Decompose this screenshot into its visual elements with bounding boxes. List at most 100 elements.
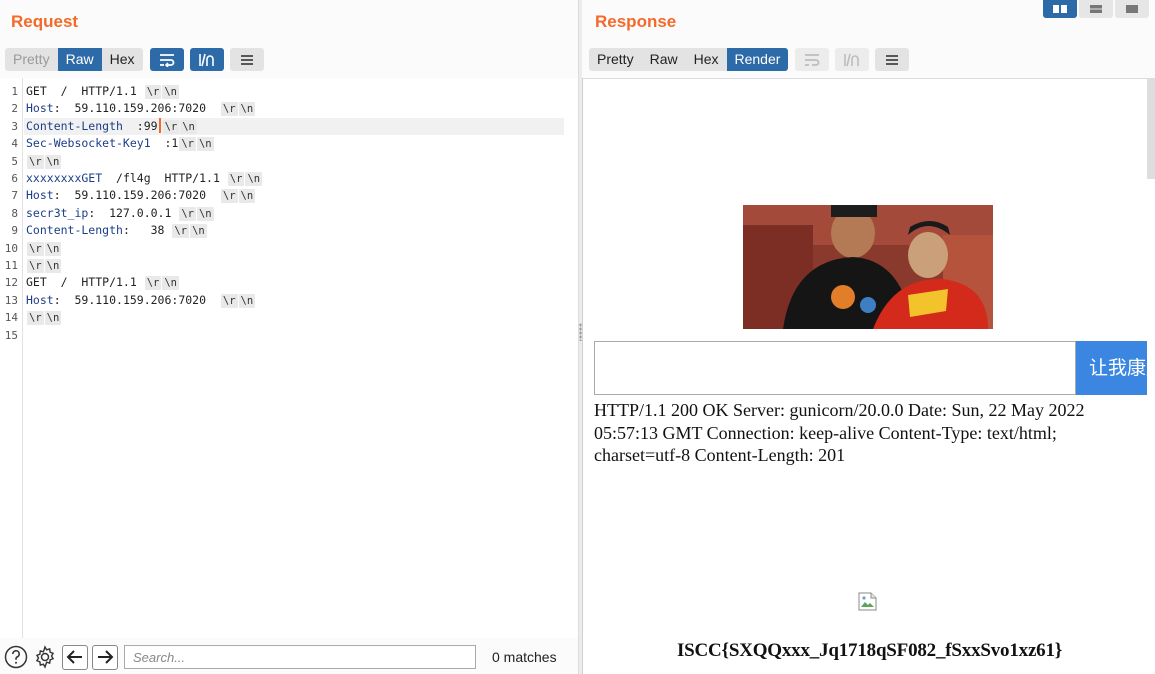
escape-cr-marker: \r [179,137,196,152]
escape-lf-marker: \n [196,137,214,152]
wrap-lines-button[interactable] [149,48,184,71]
layout-horizontal-icon [1090,5,1102,13]
code-line: 1 GET / HTTP/1.1 \r \n [0,83,566,100]
line-number: 12 [4,276,18,290]
code-line: 9 Content-Length: 38 \r \n [0,222,566,239]
escape-cr-marker: \r [220,189,238,204]
newline-toggle-button-disabled[interactable] [835,48,870,71]
line-text: : 59.110.159.206:7020 [53,188,220,203]
line-text: : 59.110.159.206:7020 [53,292,220,307]
settings-icon [35,645,55,669]
line-number: 5 [11,154,18,168]
escape-cr-marker: \r [144,85,162,99]
layout-split-button[interactable] [1043,0,1077,18]
line-text: :99 [122,118,158,133]
layout-single-button[interactable] [1115,0,1149,18]
code-line: 4 Sec-Websocket-Key1 :1 \r \n [0,135,566,152]
code-line: 7 Host: 59.110.159.206:7020 \r \n [0,187,566,204]
render-scrollbar[interactable] [1147,79,1155,179]
layout-split-icon [1053,5,1067,13]
menu-icon [886,54,899,65]
broken-image-icon [858,592,878,611]
line-number: 15 [4,328,18,342]
tab-hex[interactable]: Hex [685,48,727,71]
flag-text: ISCC{SXQQxxx_Jq1718qSF082_fSxxSvo1xz61} [676,640,1063,661]
response-toolbar: Pretty Raw Hex Render [589,48,910,71]
escape-lf-marker: \n [162,85,180,99]
escape-lf-marker: \n [44,259,62,273]
line-number: 1 [11,85,18,98]
newline-toggle-button[interactable] [189,48,224,71]
line-number: 2 [11,102,18,116]
tab-pretty[interactable]: Pretty [589,48,642,71]
settings-button[interactable] [32,644,58,670]
request-toolbar: Pretty Raw Hex [5,48,264,71]
escape-cr-marker: \r [27,259,44,273]
code-line: 14 \r \n [0,309,566,326]
search-bar: 0 matches [0,640,578,674]
header-name: xxxxxxxxGET [26,171,103,185]
text-caret [158,117,161,133]
escape-lf-marker: \n [162,276,180,291]
meme-photo [743,205,993,329]
escape-lf-marker: \n [180,119,197,134]
escape-cr-marker: \r [27,241,44,256]
wrap-lines-icon [805,53,820,66]
line-text: : 38 [122,223,172,238]
previous-match-button[interactable] [62,644,88,670]
escape-lf-marker: \n [238,293,256,308]
escape-cr-marker: \r [27,154,44,169]
header-name: Content-Length [26,223,123,238]
code-line: 15 [0,327,566,344]
line-text: /fl4g HTTP/1.1 [102,171,227,185]
escape-lf-marker: \n [196,206,214,221]
code-line: 2 Host: 59.110.159.206:7020 \r \n [0,100,566,117]
code-line: 13 Host: 59.110.159.206:7020 \r \n [0,292,566,309]
rendered-response: 让我康康 HTTP/1.1 200 OK Server: gunicorn/20… [582,78,1155,674]
menu-icon [240,54,253,65]
response-title: Response [595,12,677,31]
wrap-lines-button-disabled[interactable] [795,48,830,71]
request-pane: Request Pretty Raw Hex 1 GET / HTTP/1.1 \… [0,0,578,674]
request-menu-button[interactable] [229,48,264,71]
line-text: : 127.0.0.1 [88,205,179,220]
next-match-button[interactable] [92,644,118,670]
response-view-tabs: Pretty Raw Hex Render [589,48,789,71]
escape-lf-marker: \n [44,311,62,326]
escape-cr-marker: \r [179,206,196,221]
layout-horizontal-button[interactable] [1079,0,1113,18]
request-view-tabs: Pretty Raw Hex [5,48,143,71]
line-number: 3 [11,119,18,133]
escape-lf-marker: \n [190,224,207,239]
search-input[interactable] [124,645,476,669]
line-number: 11 [4,259,18,272]
render-submit-button[interactable]: 让我康康 [1076,341,1147,395]
escape-cr-marker: \r [227,172,245,186]
line-number: 14 [4,311,18,325]
tab-raw[interactable]: Raw [57,48,102,71]
response-pane: Response Pretty Raw Hex Render 让我康 HTTP/… [582,0,1155,674]
header-name: Host [26,188,54,203]
match-count: 0 matches [492,649,557,665]
layout-switcher [1043,0,1149,18]
code-line: 3 Content-Length :99 \r \n [11,117,564,136]
tab-pretty[interactable]: Pretty [5,48,58,71]
line-text: :1 [150,136,179,151]
escape-cr-marker: \r [144,276,162,291]
tab-render[interactable]: Render [726,48,789,71]
arrow-left-icon [66,650,82,664]
code-line: 10 \r \n [0,240,566,257]
request-editor[interactable]: 1 GET / HTTP/1.1 \r \n 2 Host: 59.110.159.20… [0,78,578,638]
escape-lf-marker: \n [44,154,62,169]
code-line: 12 GET / HTTP/1.1 \r \n [0,274,566,291]
escape-cr-marker: \r [220,293,238,308]
tab-hex[interactable]: Hex [101,48,143,71]
help-button[interactable] [3,644,29,670]
response-menu-button[interactable] [875,48,910,71]
line-text: GET / HTTP/1.1 [26,84,144,98]
code-line: 8 secr3t_ip: 127.0.0.1 \r \n [0,205,566,222]
escape-cr-marker: \r [172,224,190,239]
tab-raw[interactable]: Raw [641,48,686,71]
render-text-input[interactable] [594,341,1076,395]
escape-cr-marker: \r [220,102,238,117]
